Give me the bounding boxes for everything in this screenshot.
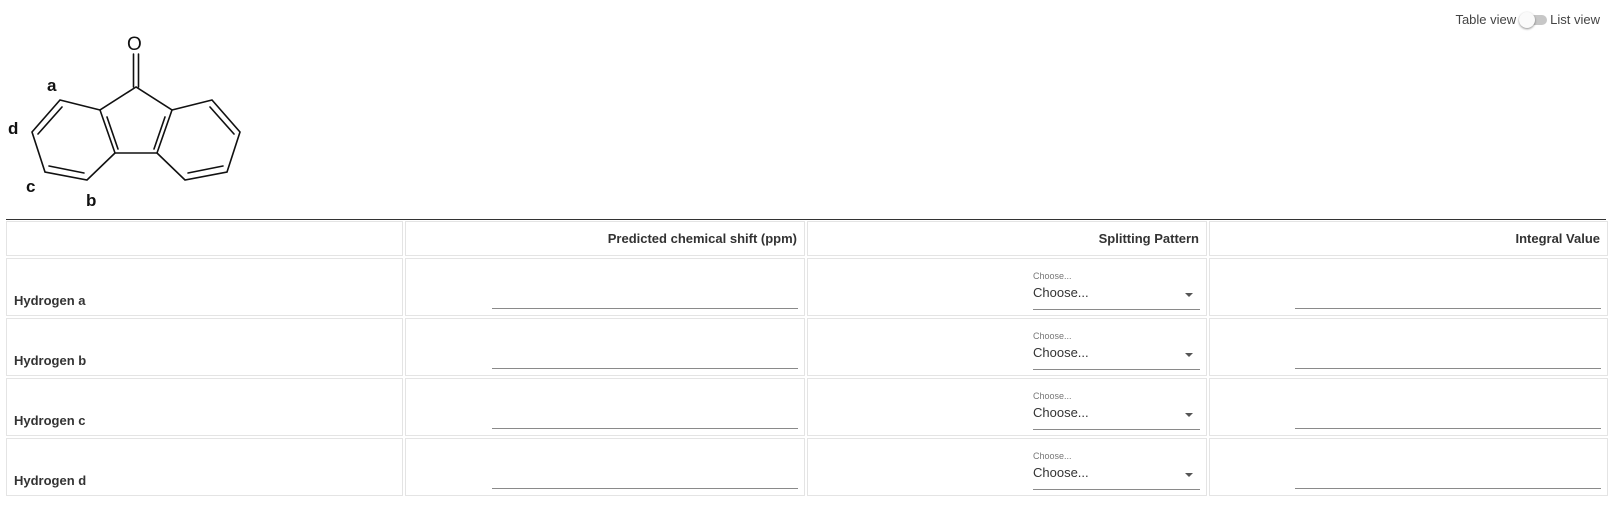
integral-input-c[interactable]	[1295, 408, 1601, 429]
header-splitting-pattern: Splitting Pattern	[807, 221, 1207, 256]
row-label-hydrogen-c: Hydrogen c	[14, 413, 86, 428]
integral-cell	[1209, 378, 1608, 436]
splitting-select-c[interactable]: Choose... Choose...	[1033, 391, 1200, 430]
hydrogen-prediction-table: Predicted chemical shift (ppm) Splitting…	[6, 219, 1606, 496]
view-switch[interactable]	[1519, 12, 1548, 28]
left-benzene-ring	[31, 99, 116, 181]
row-label-hydrogen-a: Hydrogen a	[14, 293, 86, 308]
splitting-floating-label: Choose...	[1033, 331, 1072, 341]
splitting-select-a[interactable]: Choose... Choose...	[1033, 271, 1200, 310]
integral-input-d[interactable]	[1295, 468, 1601, 489]
chemical-shift-input-c[interactable]	[492, 408, 798, 429]
nmr-prediction-page: Table view List view O a b c d Predicted…	[0, 0, 1612, 506]
integral-cell	[1209, 318, 1608, 376]
integral-input-a[interactable]	[1295, 288, 1601, 309]
hydrogen-label-b: b	[86, 191, 96, 210]
splitting-selected-value: Choose...	[1033, 405, 1089, 420]
caret-down-icon	[1185, 473, 1193, 477]
splitting-select-d[interactable]: Choose... Choose...	[1033, 451, 1200, 490]
oxygen-atom-label: O	[127, 34, 142, 55]
five-membered-ring	[99, 86, 173, 154]
hydrogen-label-c: c	[26, 177, 35, 196]
chemical-shift-input-d[interactable]	[492, 468, 798, 489]
table-row-label-cell: Hydrogen d	[6, 438, 403, 496]
fluorenone-structure: O a b c d	[8, 34, 241, 210]
splitting-cell: Choose... Choose...	[807, 438, 1207, 496]
right-ring-inner-bond-3	[187, 165, 224, 174]
chemical-shift-input-a[interactable]	[492, 288, 798, 309]
shift-cell	[405, 378, 805, 436]
list-view-label: List view	[1550, 12, 1600, 27]
splitting-floating-label: Choose...	[1033, 271, 1072, 281]
table-row-label-cell: Hydrogen b	[6, 318, 403, 376]
integral-input-b[interactable]	[1295, 348, 1601, 369]
splitting-select-b[interactable]: Choose... Choose...	[1033, 331, 1200, 370]
splitting-cell: Choose... Choose...	[807, 258, 1207, 316]
row-label-hydrogen-b: Hydrogen b	[14, 353, 87, 368]
header-chemical-shift: Predicted chemical shift (ppm)	[405, 221, 805, 256]
hydrogen-label-d: d	[8, 119, 18, 138]
row-label-hydrogen-d: Hydrogen d	[14, 473, 87, 488]
header-blank	[6, 221, 403, 256]
shift-cell	[405, 318, 805, 376]
table-view-label: Table view	[1455, 12, 1517, 27]
splitting-selected-value: Choose...	[1033, 345, 1089, 360]
splitting-floating-label: Choose...	[1033, 391, 1072, 401]
integral-cell	[1209, 438, 1608, 496]
splitting-cell: Choose... Choose...	[807, 378, 1207, 436]
chemical-shift-input-b[interactable]	[492, 348, 798, 369]
left-ring-inner-bond-3	[48, 165, 85, 174]
splitting-selected-value: Choose...	[1033, 285, 1089, 300]
table-row-label-cell: Hydrogen a	[6, 258, 403, 316]
right-benzene-ring	[156, 99, 241, 181]
view-toggle: Table view List view	[1455, 12, 1600, 28]
caret-down-icon	[1185, 413, 1193, 417]
shift-cell	[405, 258, 805, 316]
caret-down-icon	[1185, 353, 1193, 357]
splitting-floating-label: Choose...	[1033, 451, 1072, 461]
integral-cell	[1209, 258, 1608, 316]
view-switch-knob	[1519, 12, 1536, 28]
table-row-label-cell: Hydrogen c	[6, 378, 403, 436]
splitting-selected-value: Choose...	[1033, 465, 1089, 480]
header-integral-value: Integral Value	[1209, 221, 1608, 256]
splitting-cell: Choose... Choose...	[807, 318, 1207, 376]
hydrogen-label-a: a	[47, 76, 57, 95]
caret-down-icon	[1185, 293, 1193, 297]
shift-cell	[405, 438, 805, 496]
